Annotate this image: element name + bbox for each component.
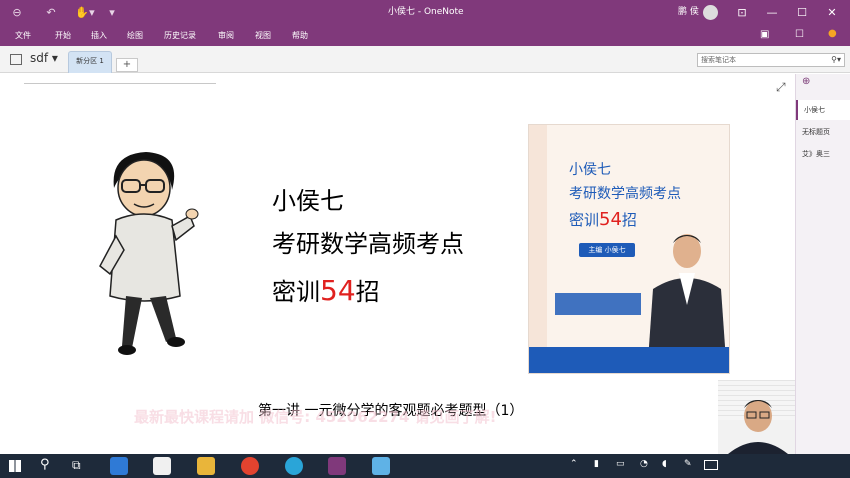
onenote-window: ⊖ ↶ ✋▾ ▾ 小侯七 - OneNote 鹏 侯 ⊡ — ☐ ✕ 文件 开始… — [0, 0, 850, 478]
minimize-icon[interactable]: — — [757, 0, 787, 25]
slide-line-1: 小侯七 — [272, 187, 344, 215]
add-page-icon[interactable]: ⊕ — [802, 76, 810, 87]
volume-icon[interactable]: ◖ — [662, 459, 667, 469]
customize-toolbar-icon[interactable]: ▾ — [104, 0, 120, 25]
user-name[interactable]: 鹏 侯 — [678, 0, 699, 25]
tab-view[interactable]: 视图 — [255, 25, 271, 46]
comment-icon[interactable]: ☐ — [795, 29, 804, 40]
back-icon[interactable]: ⊖ — [4, 0, 30, 25]
tab-file[interactable]: 文件 — [15, 25, 31, 46]
search-input[interactable]: 搜索笔记本 ⚲▾ — [697, 53, 845, 67]
book-blurb-box — [555, 293, 641, 315]
mail-icon[interactable] — [110, 457, 128, 475]
avatar[interactable] — [703, 5, 718, 20]
tab-history[interactable]: 历史记录 — [164, 25, 196, 46]
tab-insert[interactable]: 插入 — [91, 25, 107, 46]
book-title-1: 小侯七 — [569, 162, 611, 178]
book-footer-band — [529, 347, 729, 373]
display-icon[interactable]: ▭ — [616, 459, 625, 469]
network-icon[interactable]: ◔ — [640, 459, 648, 469]
touch-mode-icon[interactable]: ✋▾ — [70, 0, 100, 25]
book-title-2: 考研数学高频考点 — [569, 186, 681, 202]
notebook-list-icon[interactable] — [10, 54, 22, 65]
cartoon-teacher-illustration — [99, 152, 199, 355]
book-title-3: 密训54招 — [569, 209, 637, 230]
file-explorer-icon[interactable] — [197, 457, 215, 475]
page-title-line — [24, 83, 216, 84]
book-cover-image: 小侯七 考研数学高频考点 密训54招 主编 小侯七 — [528, 124, 730, 374]
task-view-icon[interactable]: ⧉ — [72, 458, 81, 473]
onenote-icon[interactable] — [328, 457, 346, 475]
tray-chevron-icon[interactable]: ⌃ — [570, 459, 578, 469]
tab-help[interactable]: 帮助 — [292, 25, 308, 46]
store-icon[interactable] — [153, 457, 171, 475]
book-author-badge: 主编 小侯七 — [579, 243, 635, 257]
pen-icon[interactable]: ✎ — [684, 459, 692, 469]
edge-icon[interactable] — [285, 457, 303, 475]
slide-line-2: 考研数学高频考点 — [272, 230, 464, 258]
lightbulb-icon[interactable]: ● — [828, 28, 837, 39]
watermark-text: 最新最快课程请加 微信号: 452062274 请见画了解! — [134, 408, 497, 426]
window-title: 小侯七 - OneNote — [388, 7, 464, 17]
usb-icon[interactable]: ▮ — [594, 459, 599, 469]
maximize-icon[interactable]: ☐ — [787, 0, 817, 25]
tab-draw[interactable]: 绘图 — [127, 25, 143, 46]
page-item-3[interactable]: 艾》奥三 — [796, 144, 850, 164]
tab-home[interactable]: 开始 — [55, 25, 71, 46]
webcam-overlay — [718, 380, 795, 454]
windows-taskbar: ⚲ ⧉ ⌃ ▮ ▭ ◔ ◖ ✎ — [0, 454, 850, 478]
book-spine — [529, 125, 547, 373]
close-icon[interactable]: ✕ — [817, 0, 847, 25]
undo-icon[interactable]: ↶ — [40, 0, 62, 25]
add-section-button[interactable]: + — [116, 58, 138, 72]
keyboard-icon[interactable] — [704, 460, 718, 470]
notebook-bar: sdf ▾ 新分区 1 + 搜索笔记本 ⚲▾ — [0, 46, 850, 73]
chrome-icon[interactable] — [241, 457, 259, 475]
ribbon-tabs: 文件 开始 插入 绘图 历史记录 审阅 视图 帮助 ▣ ☐ ● — [0, 25, 850, 46]
notebook-name[interactable]: sdf ▾ — [30, 51, 58, 65]
cloud-app-icon[interactable] — [372, 457, 390, 475]
search-icon[interactable]: ⚲ — [40, 457, 50, 472]
notebook-icon[interactable]: ▣ — [760, 29, 769, 40]
slide-line-3: 密训54招 — [272, 274, 380, 307]
presenter-video — [728, 400, 788, 454]
search-icon: ⚲▾ — [831, 55, 841, 64]
section-tab[interactable]: 新分区 1 — [68, 51, 112, 73]
expand-icon[interactable]: ⤢ — [776, 80, 786, 95]
title-bar: ⊖ ↶ ✋▾ ▾ 小侯七 - OneNote 鹏 侯 ⊡ — ☐ ✕ — [0, 0, 850, 25]
windows-start-icon[interactable] — [9, 460, 21, 472]
ribbon-display-icon[interactable]: ⊡ — [727, 0, 757, 25]
page-list-panel: ⊕ 小侯七 无标题页 艾》奥三 — [795, 74, 850, 454]
page-item-2[interactable]: 无标题页 — [796, 122, 850, 142]
tab-review[interactable]: 审阅 — [218, 25, 234, 46]
page-item-1[interactable]: 小侯七 — [796, 100, 850, 120]
page-canvas[interactable]: ⤢ 小侯七 考研数学高频考点 密训54招 小侯七 考研数学高频考点 密训54招 … — [0, 74, 795, 454]
